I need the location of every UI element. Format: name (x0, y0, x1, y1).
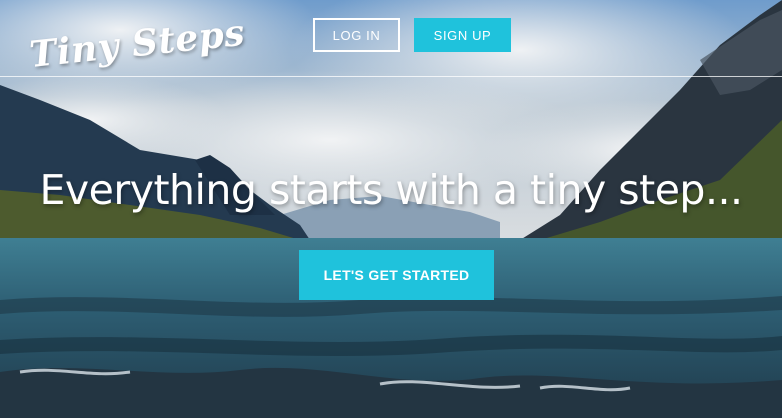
hero-section: Tiny Steps LOG IN SIGN UP Everything sta… (0, 0, 782, 418)
get-started-button[interactable]: LET'S GET STARTED (299, 250, 494, 300)
signup-button[interactable]: SIGN UP (414, 18, 511, 52)
hero-tagline: Everything starts with a tiny step... (39, 166, 743, 214)
header-divider (0, 76, 782, 77)
login-button[interactable]: LOG IN (313, 18, 400, 52)
